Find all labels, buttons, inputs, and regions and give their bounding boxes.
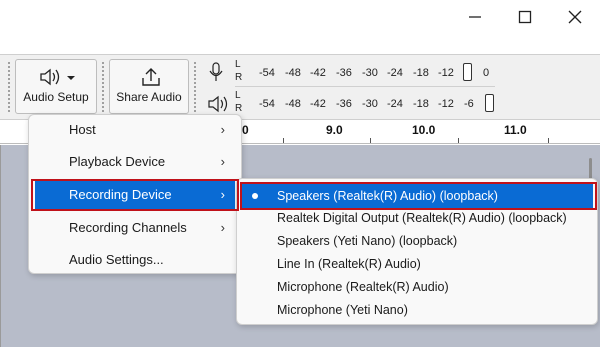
meter-toolbar: L R -54 -48 -42 -36 -30 -24 -18 -12 0 L … <box>191 55 600 119</box>
recording-meter[interactable]: L R -54 -48 -42 -36 -30 -24 -18 -12 0 <box>191 57 600 87</box>
meter-tick: -30 <box>362 98 378 110</box>
ruler-tick: 0 <box>242 123 249 137</box>
recording-device-option[interactable]: Speakers (Yeti Nano) (loopback) <box>241 230 593 252</box>
meter-channel-l: L <box>235 59 241 70</box>
menu-item-host[interactable]: Host › <box>35 117 235 143</box>
menu-item-label: Recording Channels <box>69 220 187 235</box>
meter-tick: -6 <box>464 98 474 110</box>
share-icon <box>142 68 160 86</box>
maximize-icon <box>518 10 532 24</box>
meter-channel-r: R <box>235 103 243 114</box>
close-icon <box>568 10 582 24</box>
title-bar <box>0 0 600 38</box>
meter-channel-l: L <box>235 90 241 101</box>
menu-item-label: Playback Device <box>69 154 166 169</box>
recording-device-option[interactable]: Microphone (Yeti Nano) <box>241 299 593 321</box>
ruler-minor-tick <box>370 138 371 143</box>
toolbar: Audio Setup Share Audio L R -54 -48 -42 … <box>0 54 600 120</box>
meter-tick: -24 <box>387 67 403 79</box>
toolbar-grip[interactable] <box>7 61 11 113</box>
recording-device-label: Microphone (Realtek(R) Audio) <box>277 280 449 294</box>
meter-tick: -36 <box>336 67 352 79</box>
share-audio-label: Share Audio <box>116 90 182 104</box>
vertical-scrollbar[interactable] <box>589 158 592 180</box>
meter-tick: -24 <box>387 98 403 110</box>
recording-device-label: Microphone (Yeti Nano) <box>277 303 408 317</box>
menu-item-audio-settings[interactable]: Audio Settings... <box>35 247 235 273</box>
meter-tick: -42 <box>310 98 326 110</box>
chevron-right-icon: › <box>220 154 225 169</box>
audio-setup-label: Audio Setup <box>23 90 89 104</box>
toolbar-grip[interactable] <box>101 61 105 113</box>
ruler-tick: 10.0 <box>412 123 436 137</box>
meter-tick: -48 <box>285 67 301 79</box>
meter-tick: -36 <box>336 98 352 110</box>
ruler-minor-tick <box>548 138 549 143</box>
recording-device-label: Realtek Digital Output (Realtek(R) Audio… <box>277 211 567 225</box>
speaker-dropdown-icon <box>40 68 75 86</box>
share-audio-button[interactable]: Share Audio <box>109 59 189 114</box>
microphone-icon[interactable] <box>207 62 225 84</box>
meter-tick: 0 <box>483 67 490 79</box>
recording-device-option[interactable]: Microphone (Realtek(R) Audio) <box>241 276 593 298</box>
recording-device-option[interactable]: Realtek Digital Output (Realtek(R) Audio… <box>241 207 593 229</box>
recording-device-label: Speakers (Yeti Nano) (loopback) <box>277 234 458 248</box>
close-button[interactable] <box>562 6 588 28</box>
meter-tick: -48 <box>285 98 301 110</box>
meter-tick: -54 <box>259 67 275 79</box>
chevron-right-icon: › <box>220 122 225 137</box>
annotation-box-selected-device <box>240 182 597 210</box>
meter-tick: -18 <box>413 98 429 110</box>
menu-item-playback-device[interactable]: Playback Device › <box>35 149 235 175</box>
audio-setup-button[interactable]: Audio Setup <box>15 59 97 114</box>
meter-channel-r: R <box>235 72 243 83</box>
meter-tick: -12 <box>438 67 454 79</box>
ruler-minor-tick <box>458 138 459 143</box>
recording-device-label: Line In (Realtek(R) Audio) <box>277 257 421 271</box>
playback-meter-scale: -54 -48 -42 -36 -30 -24 -18 -12 -6 <box>245 91 494 115</box>
recording-device-option[interactable]: Line In (Realtek(R) Audio) <box>241 253 593 275</box>
annotation-box-recording-device <box>31 179 239 211</box>
menu-item-label: Host <box>69 122 96 137</box>
ruler-tick: 11.0 <box>504 123 527 137</box>
audacity-window: { "toolbar": { "audio_setup_label": "Aud… <box>0 0 600 347</box>
meter-tick: -42 <box>310 67 326 79</box>
menu-item-label: Audio Settings... <box>69 252 164 267</box>
speaker-icon[interactable] <box>207 93 229 115</box>
ruler-tick: 9.0 <box>326 123 343 137</box>
meter-tick: -12 <box>438 98 454 110</box>
recording-meter-scale: -54 -48 -42 -36 -30 -24 -18 -12 0 <box>245 60 491 84</box>
meter-tick: -30 <box>362 67 378 79</box>
ruler-minor-tick <box>283 138 284 143</box>
meter-tick: -18 <box>413 67 429 79</box>
maximize-button[interactable] <box>512 6 538 28</box>
minimize-icon <box>469 16 481 18</box>
chevron-right-icon: › <box>220 220 225 235</box>
menu-item-recording-channels[interactable]: Recording Channels › <box>35 215 235 241</box>
playback-meter[interactable]: L R -54 -48 -42 -36 -30 -24 -18 -12 -6 <box>191 88 600 118</box>
minimize-button[interactable] <box>462 6 488 28</box>
recording-level-slider[interactable] <box>463 63 472 81</box>
playback-level-slider[interactable] <box>485 94 494 112</box>
meter-tick: -54 <box>259 98 275 110</box>
meter-divider <box>235 86 495 87</box>
